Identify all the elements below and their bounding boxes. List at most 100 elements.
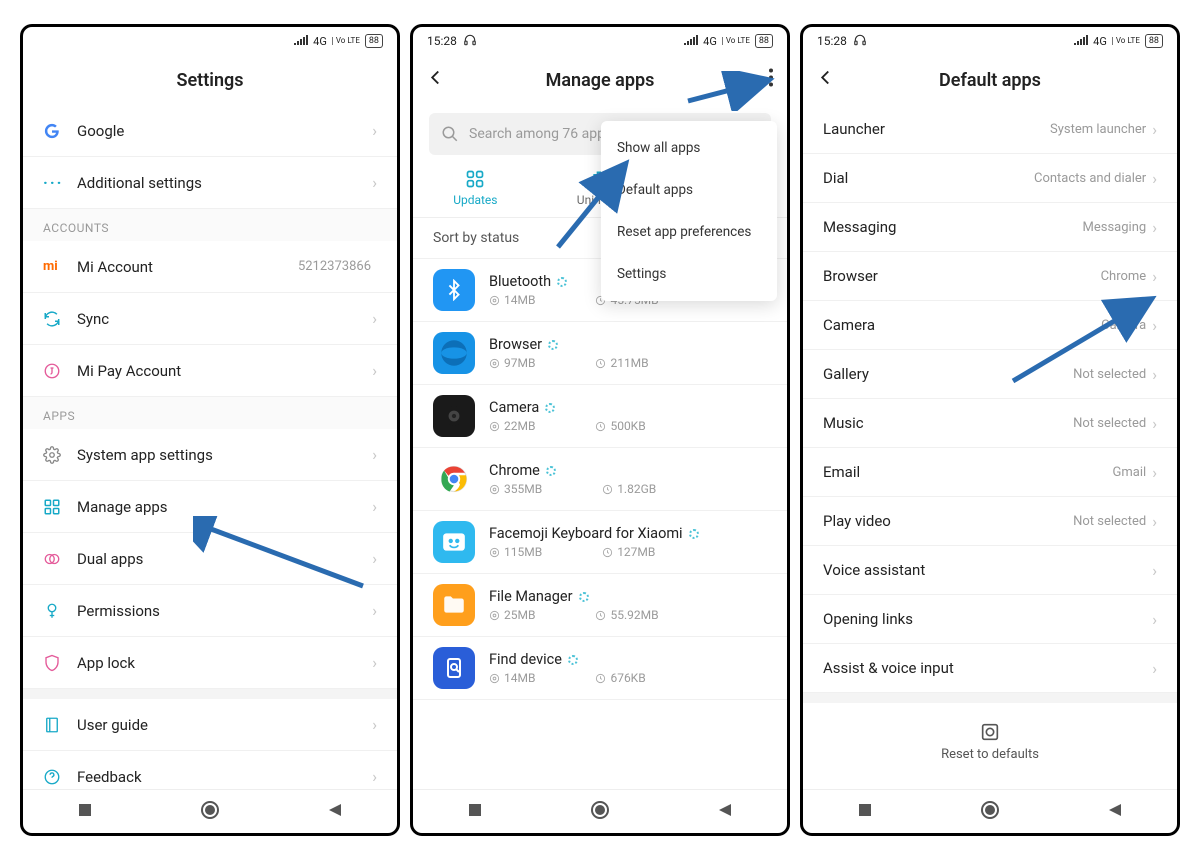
nav-bar [803, 789, 1177, 833]
volte-label: Vo LTE [1112, 37, 1140, 45]
row-feedback[interactable]: Feedback › [23, 751, 397, 789]
menu-show-all-apps[interactable]: Show all apps [601, 127, 777, 169]
back-button[interactable] [427, 69, 445, 92]
app-icon [433, 458, 475, 500]
row-label: Music [823, 414, 1073, 432]
network-label: 4G [1093, 35, 1107, 48]
apps-icon [43, 498, 77, 516]
chevron-right-icon: › [372, 549, 377, 568]
book-icon [43, 716, 77, 734]
row-label: Voice assistant [823, 561, 1146, 579]
row-label: User guide [77, 716, 372, 734]
apps-list: Bluetooth 14MB 45.75MB Browser 97MB 211M… [413, 259, 787, 700]
default-app-row[interactable]: Gallery Not selected › [803, 350, 1177, 399]
row-value: Not selected [1073, 514, 1146, 529]
app-name: Facemoji Keyboard for Xiaomi [489, 525, 767, 542]
row-label: Manage apps [77, 498, 372, 516]
sync-icon [43, 310, 77, 328]
default-app-row[interactable]: Music Not selected › [803, 399, 1177, 448]
default-app-row[interactable]: Play video Not selected › [803, 497, 1177, 546]
nav-back-icon[interactable] [717, 802, 733, 822]
chevron-right-icon: › [1152, 414, 1157, 433]
status-bar: 15:28 4G Vo LTE 88 [413, 27, 787, 55]
nav-home-icon[interactable] [980, 800, 1000, 824]
app-name: Camera [489, 399, 767, 416]
default-app-row[interactable]: Messaging Messaging › [803, 203, 1177, 252]
app-row[interactable]: File Manager 25MB 55.92MB [413, 574, 787, 637]
app-total: 55.92MB [595, 608, 658, 622]
default-app-row[interactable]: Opening links › [803, 595, 1177, 644]
default-app-row[interactable]: Email Gmail › [803, 448, 1177, 497]
menu-reset-prefs[interactable]: Reset app preferences [601, 211, 777, 253]
default-app-row[interactable]: Assist & voice input › [803, 644, 1177, 693]
row-value: Chrome [1101, 269, 1147, 284]
phone-manage-apps: 15:28 4G Vo LTE 88 Manage apps Search am… [410, 24, 790, 836]
nav-home-icon[interactable] [590, 800, 610, 824]
tab-updates[interactable]: Updates [413, 169, 538, 207]
app-size: 14MB [489, 671, 535, 685]
app-total: 500KB [595, 419, 645, 433]
default-app-row[interactable]: Voice assistant › [803, 546, 1177, 595]
app-row[interactable]: Find device 14MB 676KB [413, 637, 787, 700]
row-system-app-settings[interactable]: System app settings › [23, 429, 397, 481]
network-label: 4G [313, 35, 327, 48]
chevron-right-icon: › [1152, 267, 1157, 286]
page-title: Settings [177, 70, 244, 91]
nav-recent-icon[interactable] [467, 802, 483, 822]
title-bar: Default apps [803, 55, 1177, 105]
gear-icon [43, 446, 77, 464]
row-label: Launcher [823, 120, 1050, 138]
app-name: Find device [489, 651, 767, 668]
nav-back-icon[interactable] [1107, 802, 1123, 822]
reset-defaults-button[interactable]: Reset to defaults [803, 693, 1177, 780]
default-apps-content: Launcher System launcher › Dial Contacts… [803, 105, 1177, 789]
back-button[interactable] [817, 69, 835, 92]
default-app-row[interactable]: Dial Contacts and dialer › [803, 154, 1177, 203]
row-value: Not selected [1073, 416, 1146, 431]
nav-recent-icon[interactable] [857, 802, 873, 822]
app-row[interactable]: Camera 22MB 500KB [413, 385, 787, 448]
row-value: Not selected [1073, 367, 1146, 382]
headphone-icon [853, 33, 867, 50]
pay-icon [43, 362, 77, 380]
row-google[interactable]: Google › [23, 105, 397, 157]
signal-icon [294, 35, 308, 48]
menu-settings[interactable]: Settings [601, 253, 777, 295]
section-gap [23, 689, 397, 699]
row-user-guide[interactable]: User guide › [23, 699, 397, 751]
chevron-right-icon: › [1152, 610, 1157, 629]
app-row[interactable]: Browser 97MB 211MB [413, 322, 787, 385]
default-app-row[interactable]: Browser Chrome › [803, 252, 1177, 301]
app-size: 14MB [489, 293, 535, 307]
app-total: 211MB [595, 356, 648, 370]
row-label: Camera [823, 316, 1101, 334]
row-sync[interactable]: Sync › [23, 293, 397, 345]
row-manage-apps[interactable]: Manage apps › [23, 481, 397, 533]
nav-recent-icon[interactable] [77, 802, 93, 822]
app-size: 355MB [489, 482, 542, 496]
nav-back-icon[interactable] [327, 802, 343, 822]
row-label: Browser [823, 267, 1101, 285]
menu-default-apps[interactable]: Default apps [601, 169, 777, 211]
chevron-right-icon: › [1152, 512, 1157, 531]
title-bar: Manage apps [413, 55, 787, 105]
row-mi-pay[interactable]: Mi Pay Account › [23, 345, 397, 397]
nav-home-icon[interactable] [200, 800, 220, 824]
settings-content: Google › ··· Additional settings › ACCOU… [23, 105, 397, 789]
row-additional-settings[interactable]: ··· Additional settings › [23, 157, 397, 209]
row-dual-apps[interactable]: Dual apps › [23, 533, 397, 585]
phone-settings: 4G Vo LTE 88 Settings Google › ··· Addit… [20, 24, 400, 836]
row-label: Mi Account [77, 258, 298, 276]
default-app-row[interactable]: Launcher System launcher › [803, 105, 1177, 154]
app-row[interactable]: Chrome 355MB 1.82GB [413, 448, 787, 511]
row-permissions[interactable]: Permissions › [23, 585, 397, 637]
more-menu-button[interactable] [769, 69, 773, 92]
row-label: Opening links [823, 610, 1146, 628]
app-total: 676KB [595, 671, 645, 685]
app-row[interactable]: Facemoji Keyboard for Xiaomi 115MB 127MB [413, 511, 787, 574]
phone-default-apps: 15:28 4G Vo LTE 88 Default apps Launcher… [800, 24, 1180, 836]
default-app-row[interactable]: Camera Camera › [803, 301, 1177, 350]
row-app-lock[interactable]: App lock › [23, 637, 397, 689]
row-mi-account[interactable]: mi Mi Account 5212373866 [23, 241, 397, 293]
sort-label: Sort by status [433, 230, 519, 246]
